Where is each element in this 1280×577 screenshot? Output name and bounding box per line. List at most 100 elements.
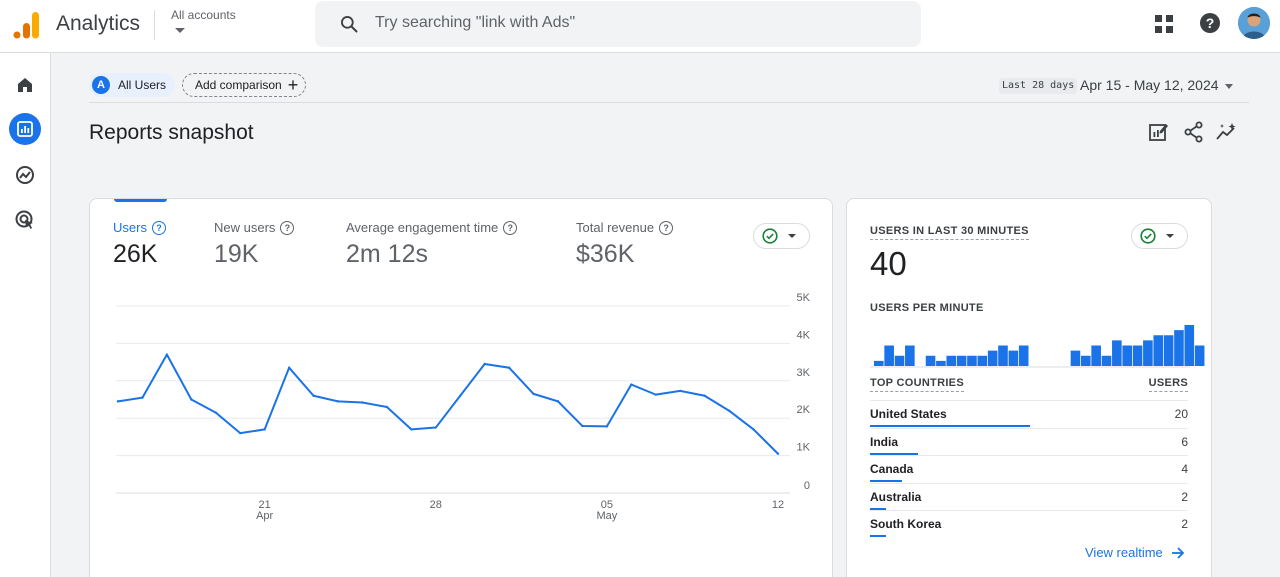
minute-bar[interactable] [1153, 335, 1164, 366]
analytics-logo[interactable] [12, 10, 40, 40]
data-point[interactable] [459, 394, 462, 397]
metrics-card: Users? 26K New users? 19K Average engage… [89, 198, 833, 577]
caret-down-icon[interactable] [175, 28, 185, 33]
data-point[interactable] [630, 383, 633, 386]
minute-bar[interactable] [1112, 340, 1122, 366]
nav-reports[interactable] [9, 113, 41, 145]
caret-down-icon[interactable] [1225, 84, 1233, 89]
minute-bar[interactable] [1122, 345, 1132, 367]
avatar-image [1238, 7, 1270, 39]
data-point[interactable] [556, 400, 560, 403]
data-point[interactable] [581, 424, 584, 428]
share-icon[interactable] [1182, 120, 1206, 144]
users-series-line[interactable] [117, 353, 779, 455]
nav-advertising[interactable] [9, 204, 41, 236]
segment-chip-all-users[interactable]: A All Users [89, 73, 175, 97]
apps-grid-icon[interactable] [1154, 14, 1174, 34]
minute-bar[interactable] [936, 360, 946, 366]
date-range-selector[interactable]: Apr 15 - May 12, 2024 [1080, 77, 1219, 93]
country-users-value: 6 [1181, 434, 1188, 449]
date-preset-badge: Last 28 days [999, 78, 1078, 94]
minute-bar[interactable] [1101, 355, 1112, 366]
y-tick-label: 3K [797, 367, 811, 379]
minute-bar[interactable] [925, 355, 936, 366]
data-point[interactable] [532, 392, 535, 396]
country-row[interactable]: Canada 4 [870, 455, 1188, 483]
view-realtime-link[interactable]: View realtime [1085, 545, 1185, 560]
data-point[interactable] [752, 428, 755, 431]
search-input[interactable]: Try searching "link with Ads" [375, 14, 575, 32]
y-tick-label: 1K [797, 442, 811, 454]
top-countries-header: TOP COUNTRIES [870, 377, 964, 392]
segment-badge: A [92, 76, 110, 94]
data-point[interactable] [239, 431, 242, 435]
minute-bar[interactable] [1081, 355, 1091, 366]
data-point[interactable] [116, 400, 120, 403]
view-realtime-label: View realtime [1085, 545, 1163, 560]
data-point[interactable] [263, 428, 266, 431]
data-point[interactable] [361, 401, 364, 404]
data-point[interactable] [385, 405, 389, 409]
data-point[interactable] [165, 353, 169, 356]
minute-bar[interactable] [905, 345, 915, 367]
country-users-value: 2 [1181, 489, 1188, 504]
minute-bar[interactable] [1132, 345, 1143, 367]
minute-bar[interactable] [874, 360, 884, 366]
minute-bar[interactable] [977, 355, 988, 366]
data-point[interactable] [214, 411, 217, 414]
minute-bar[interactable] [894, 355, 905, 366]
data-point[interactable] [605, 425, 609, 428]
data-point[interactable] [190, 398, 193, 401]
page-title: Reports snapshot [89, 121, 254, 144]
reports-icon [17, 121, 33, 137]
data-point[interactable] [679, 389, 682, 393]
minute-bar[interactable] [1143, 340, 1153, 366]
divider [154, 10, 155, 40]
minute-bar[interactable] [1008, 350, 1019, 366]
minute-bar[interactable] [1163, 335, 1174, 366]
minute-bar[interactable] [1018, 345, 1029, 367]
help-icon[interactable]: ? [1199, 12, 1221, 34]
account-selector[interactable]: All accounts [171, 8, 236, 22]
data-point[interactable] [727, 409, 731, 412]
nav-home[interactable] [9, 69, 41, 101]
data-point[interactable] [312, 394, 315, 397]
data-point[interactable] [703, 394, 706, 397]
country-users-value: 4 [1181, 462, 1188, 476]
search-icon [341, 16, 358, 33]
nav-explore[interactable] [9, 159, 41, 191]
account-avatar[interactable] [1238, 7, 1270, 39]
edit-report-icon[interactable] [1146, 120, 1170, 144]
data-point[interactable] [410, 428, 413, 431]
minute-bar[interactable] [1184, 325, 1195, 366]
data-point[interactable] [434, 426, 437, 429]
search-bar[interactable]: Try searching "link with Ads" [315, 1, 921, 47]
country-row[interactable]: United States 20 [870, 400, 1188, 428]
minute-bar[interactable] [1174, 330, 1184, 366]
data-point[interactable] [287, 366, 291, 369]
data-point[interactable] [141, 396, 144, 399]
minute-bar[interactable] [998, 345, 1008, 367]
realtime-card: USERS IN LAST 30 MINUTES 40 USERS PER MI… [846, 198, 1212, 577]
insights-icon[interactable] [1215, 120, 1239, 144]
minute-bar[interactable] [1091, 345, 1101, 367]
data-point[interactable] [654, 393, 657, 396]
minute-bar[interactable] [987, 350, 998, 366]
y-tick-label: 5K [797, 292, 811, 304]
minute-bar[interactable] [884, 345, 894, 367]
data-point[interactable] [507, 366, 511, 369]
minute-bar[interactable] [1194, 345, 1205, 367]
country-row[interactable]: South Korea 2 [870, 510, 1188, 538]
users-column-header: USERS [1148, 377, 1188, 392]
data-point[interactable] [336, 400, 340, 403]
country-row[interactable]: Australia 2 [870, 482, 1188, 511]
add-comparison-button[interactable]: Add comparison + [182, 73, 306, 97]
minute-bar[interactable] [1070, 350, 1081, 366]
country-row[interactable]: India 6 [870, 427, 1188, 456]
plus-icon: + [287, 75, 299, 95]
data-point[interactable] [483, 362, 486, 366]
minute-bar[interactable] [967, 355, 977, 366]
data-point[interactable] [776, 452, 780, 455]
minute-bar[interactable] [946, 355, 957, 366]
minute-bar[interactable] [956, 355, 967, 366]
